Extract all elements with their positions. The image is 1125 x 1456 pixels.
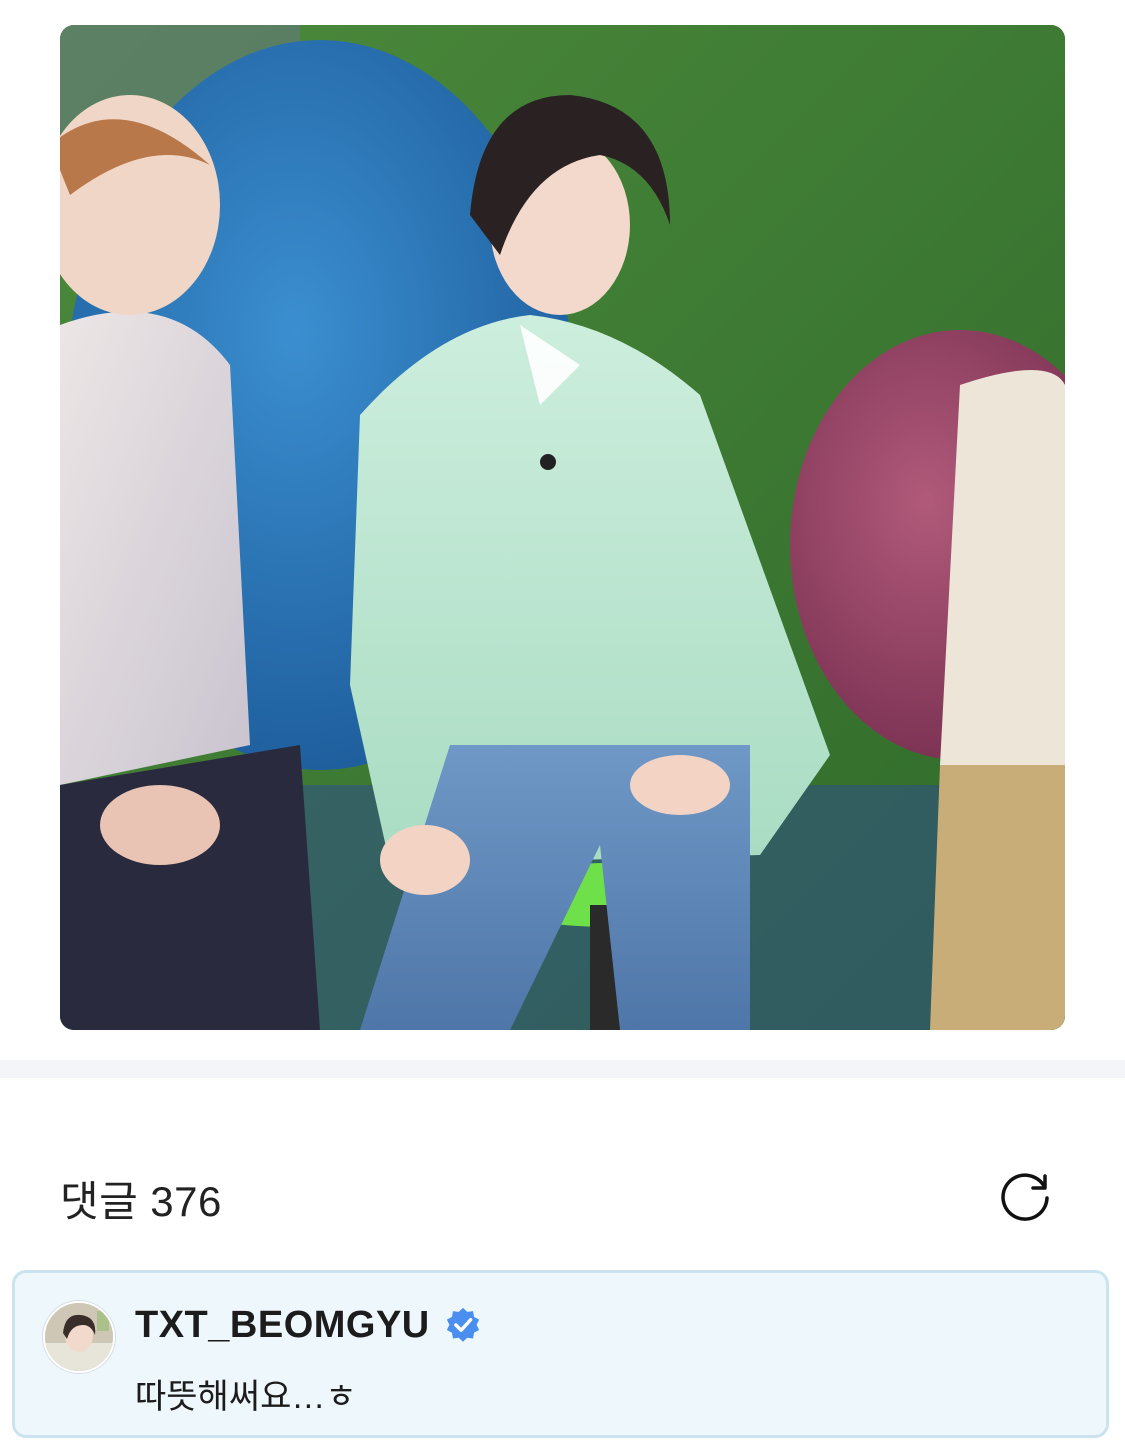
artist-comment-card[interactable]: TXT_BEOMGYU 따뜻해써요…ㅎ: [12, 1270, 1109, 1438]
comments-title: 댓글 376: [60, 1168, 222, 1229]
comment-text: 따뜻해써요…ㅎ: [135, 1378, 357, 1416]
author-name[interactable]: TXT_BEOMGYU: [135, 1304, 430, 1347]
comments-count: 376: [150, 1178, 222, 1225]
comments-header: 댓글 376: [60, 1160, 1065, 1225]
comments-label: 댓글: [60, 1178, 139, 1225]
refresh-icon: [1001, 1173, 1049, 1221]
refresh-button[interactable]: [995, 1164, 1055, 1224]
section-divider: [0, 1060, 1125, 1078]
verified-badge-icon: [444, 1306, 482, 1344]
post-detail-page: 댓글 376 TXT_BEOMGYU 따뜻해써요…ㅎ: [0, 0, 1125, 1456]
post-photo[interactable]: [60, 25, 1065, 1030]
avatar[interactable]: [43, 1301, 115, 1373]
author-row: TXT_BEOMGYU: [135, 1303, 482, 1347]
avatar-image: [45, 1303, 113, 1371]
post-photo-illustration: [60, 25, 1065, 1030]
